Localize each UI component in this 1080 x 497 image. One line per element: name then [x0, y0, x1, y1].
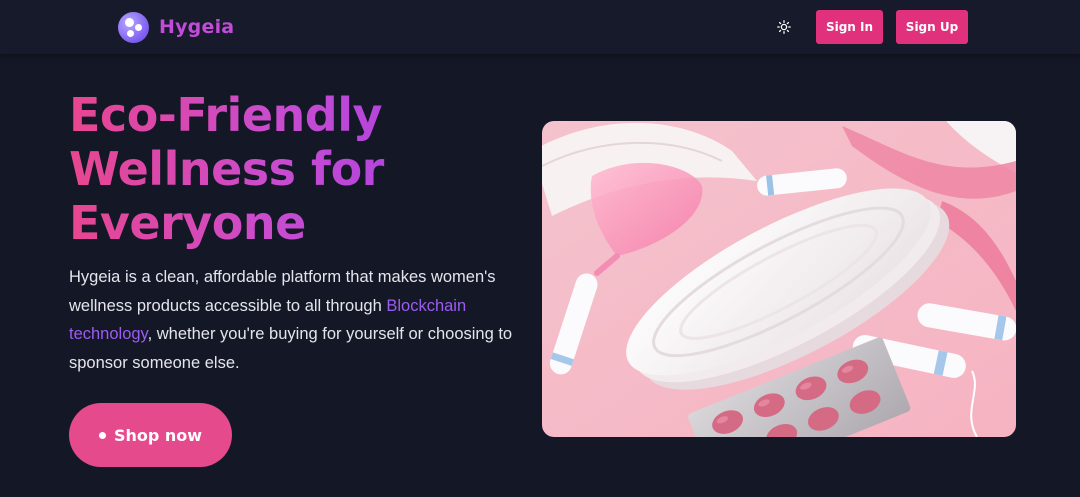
hero-title-line-1: Eco-Friendly [69, 88, 382, 142]
theme-toggle-button[interactable] [772, 16, 796, 38]
bullet-dot-icon [98, 431, 106, 439]
hero-title-line-3: Everyone [69, 196, 306, 250]
sun-icon [777, 20, 791, 34]
hygeia-logo-icon [118, 11, 149, 43]
hero-title-line-2: Wellness for [69, 142, 384, 196]
shop-now-button[interactable]: Shop now [69, 403, 232, 467]
brand-name: Hygeia [159, 16, 235, 38]
hero-title: Eco-Friendly Wellness for Everyone [69, 88, 529, 250]
hero-product-image [542, 121, 1016, 437]
sign-up-button[interactable]: Sign Up [896, 10, 968, 44]
hero-description: Hygeia is a clean, affordable platform t… [69, 263, 539, 377]
brand-link[interactable]: Hygeia [118, 10, 234, 44]
sign-in-button[interactable]: Sign In [816, 10, 883, 44]
shop-now-label: Shop now [113, 425, 203, 445]
top-nav: Hygeia Sign In Sign Up [0, 0, 1080, 54]
